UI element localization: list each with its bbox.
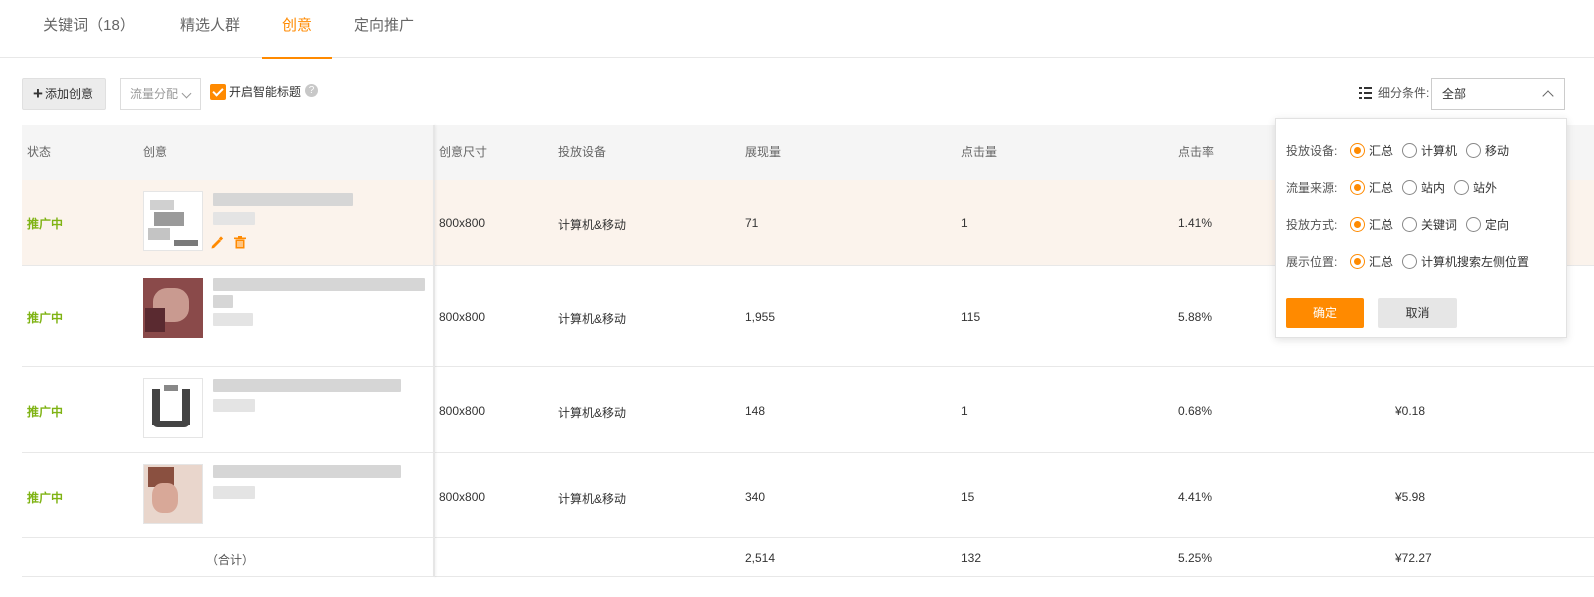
traffic-allocation-value: 流量分配 [130, 87, 179, 101]
creative-subtitle-blurred [213, 313, 253, 326]
device-text: 计算机&移动 [558, 312, 627, 326]
add-creative-label: 添加创意 [44, 87, 93, 101]
col-device: 投放设备 [558, 145, 607, 159]
table-row[interactable]: 推广中 800x800 计算机&移动 340 15 4.41% ¥5.98 [22, 453, 1594, 538]
creative-thumbnail[interactable] [143, 464, 203, 524]
filter-label: 细分条件: [1378, 86, 1430, 100]
size-text: 800x800 [439, 310, 486, 324]
ctr-text: 1.41% [1178, 216, 1213, 230]
size-text: 800x800 [439, 490, 486, 504]
total-clicks: 132 [961, 551, 982, 565]
plus-icon: + [33, 84, 43, 103]
edit-icon[interactable] [210, 236, 224, 250]
tab-audiences[interactable]: 精选人群 [178, 0, 242, 58]
add-creative-button[interactable]: + 添加创意 [22, 78, 106, 110]
status-text: 推广中 [27, 491, 64, 505]
filter-row-label: 展示位置: [1286, 255, 1338, 269]
radio-selected-icon [1350, 217, 1365, 232]
radio-icon [1402, 217, 1417, 232]
clicks-text: 1 [961, 216, 968, 230]
creative-thumbnail[interactable] [143, 191, 203, 251]
size-text: 800x800 [439, 216, 486, 230]
col-clicks: 点击量 [961, 145, 998, 159]
creative-title-blurred [213, 295, 233, 308]
cost-text: ¥0.18 [1395, 404, 1426, 418]
delete-icon[interactable] [234, 236, 246, 249]
creative-title-blurred [213, 193, 353, 206]
radio-selected-icon [1350, 180, 1365, 195]
total-cost: ¥72.27 [1395, 551, 1432, 565]
col-impressions: 展现量 [745, 145, 782, 159]
cost-text: ¥5.98 [1395, 490, 1426, 504]
size-text: 800x800 [439, 404, 486, 418]
tab-targeting[interactable]: 定向推广 [352, 0, 416, 58]
status-text: 推广中 [27, 405, 64, 419]
ctr-text: 5.88% [1178, 310, 1213, 324]
traffic-allocation-select[interactable]: 流量分配 [120, 78, 201, 110]
creative-title-blurred [213, 465, 401, 478]
impressions-text: 148 [745, 404, 766, 418]
clicks-text: 15 [961, 490, 975, 504]
filter-popup: 投放设备: 汇总 计算机 移动 流量来源: 汇总 站内 站外 投放方式: 汇总 … [1275, 118, 1567, 338]
filter-row-label: 流量来源: [1286, 181, 1338, 195]
total-row: （合计） 2,514 132 5.25% ¥72.27 [22, 538, 1594, 577]
creative-thumbnail[interactable] [143, 378, 203, 438]
filter-row-label: 投放设备: [1286, 144, 1338, 158]
radio-selected-icon [1350, 143, 1365, 158]
radio-icon [1402, 143, 1417, 158]
col-size: 创意尺寸 [439, 145, 488, 159]
total-impressions: 2,514 [745, 551, 776, 565]
total-ctr: 5.25% [1178, 551, 1213, 565]
frozen-column-divider [433, 125, 435, 577]
radio-icon [1466, 143, 1481, 158]
status-text: 推广中 [27, 311, 64, 325]
device-text: 计算机&移动 [558, 218, 627, 232]
device-text: 计算机&移动 [558, 492, 627, 506]
filter-value: 全部 [1442, 87, 1467, 101]
creative-subtitle-blurred [213, 399, 255, 412]
status-text: 推广中 [27, 217, 64, 231]
impressions-text: 71 [745, 216, 759, 230]
col-status: 状态 [27, 145, 52, 159]
list-icon [1359, 87, 1372, 99]
radio-icon [1402, 254, 1417, 269]
tab-creative[interactable]: 创意 [262, 0, 332, 59]
radio-icon [1454, 180, 1469, 195]
smart-title-checkbox[interactable] [210, 84, 226, 100]
col-ctr: 点击率 [1178, 145, 1215, 159]
impressions-text: 1,955 [745, 310, 776, 324]
impressions-text: 340 [745, 490, 766, 504]
smart-title-label: 开启智能标题 [229, 85, 302, 99]
tab-keywords[interactable]: 关键词（18） [41, 0, 137, 58]
filter-row-label: 投放方式: [1286, 218, 1338, 232]
confirm-button[interactable]: 确定 [1286, 298, 1364, 328]
chevron-up-icon [1542, 90, 1554, 102]
device-text: 计算机&移动 [558, 406, 627, 420]
radio-icon [1466, 217, 1481, 232]
creative-title-blurred [213, 379, 401, 392]
col-creative: 创意 [143, 145, 168, 159]
tab-bar: 关键词（18） 精选人群 创意 定向推广 [0, 0, 1594, 59]
cancel-button[interactable]: 取消 [1378, 298, 1457, 328]
table-row[interactable]: 推广中 800x800 计算机&移动 148 1 0.68% ¥0.18 [22, 367, 1594, 453]
creative-thumbnail[interactable] [143, 278, 203, 338]
creative-subtitle-blurred [213, 212, 255, 225]
chevron-down-icon [181, 88, 192, 99]
creative-title-blurred [213, 278, 425, 291]
ctr-text: 0.68% [1178, 404, 1213, 418]
help-icon[interactable]: ? [305, 84, 318, 97]
radio-icon [1402, 180, 1417, 195]
filter-select[interactable]: 全部 [1431, 78, 1565, 110]
clicks-text: 1 [961, 404, 968, 418]
total-label: （合计） [206, 553, 255, 567]
ctr-text: 4.41% [1178, 490, 1213, 504]
radio-selected-icon [1350, 254, 1365, 269]
clicks-text: 115 [961, 310, 981, 324]
creative-subtitle-blurred [213, 486, 255, 499]
